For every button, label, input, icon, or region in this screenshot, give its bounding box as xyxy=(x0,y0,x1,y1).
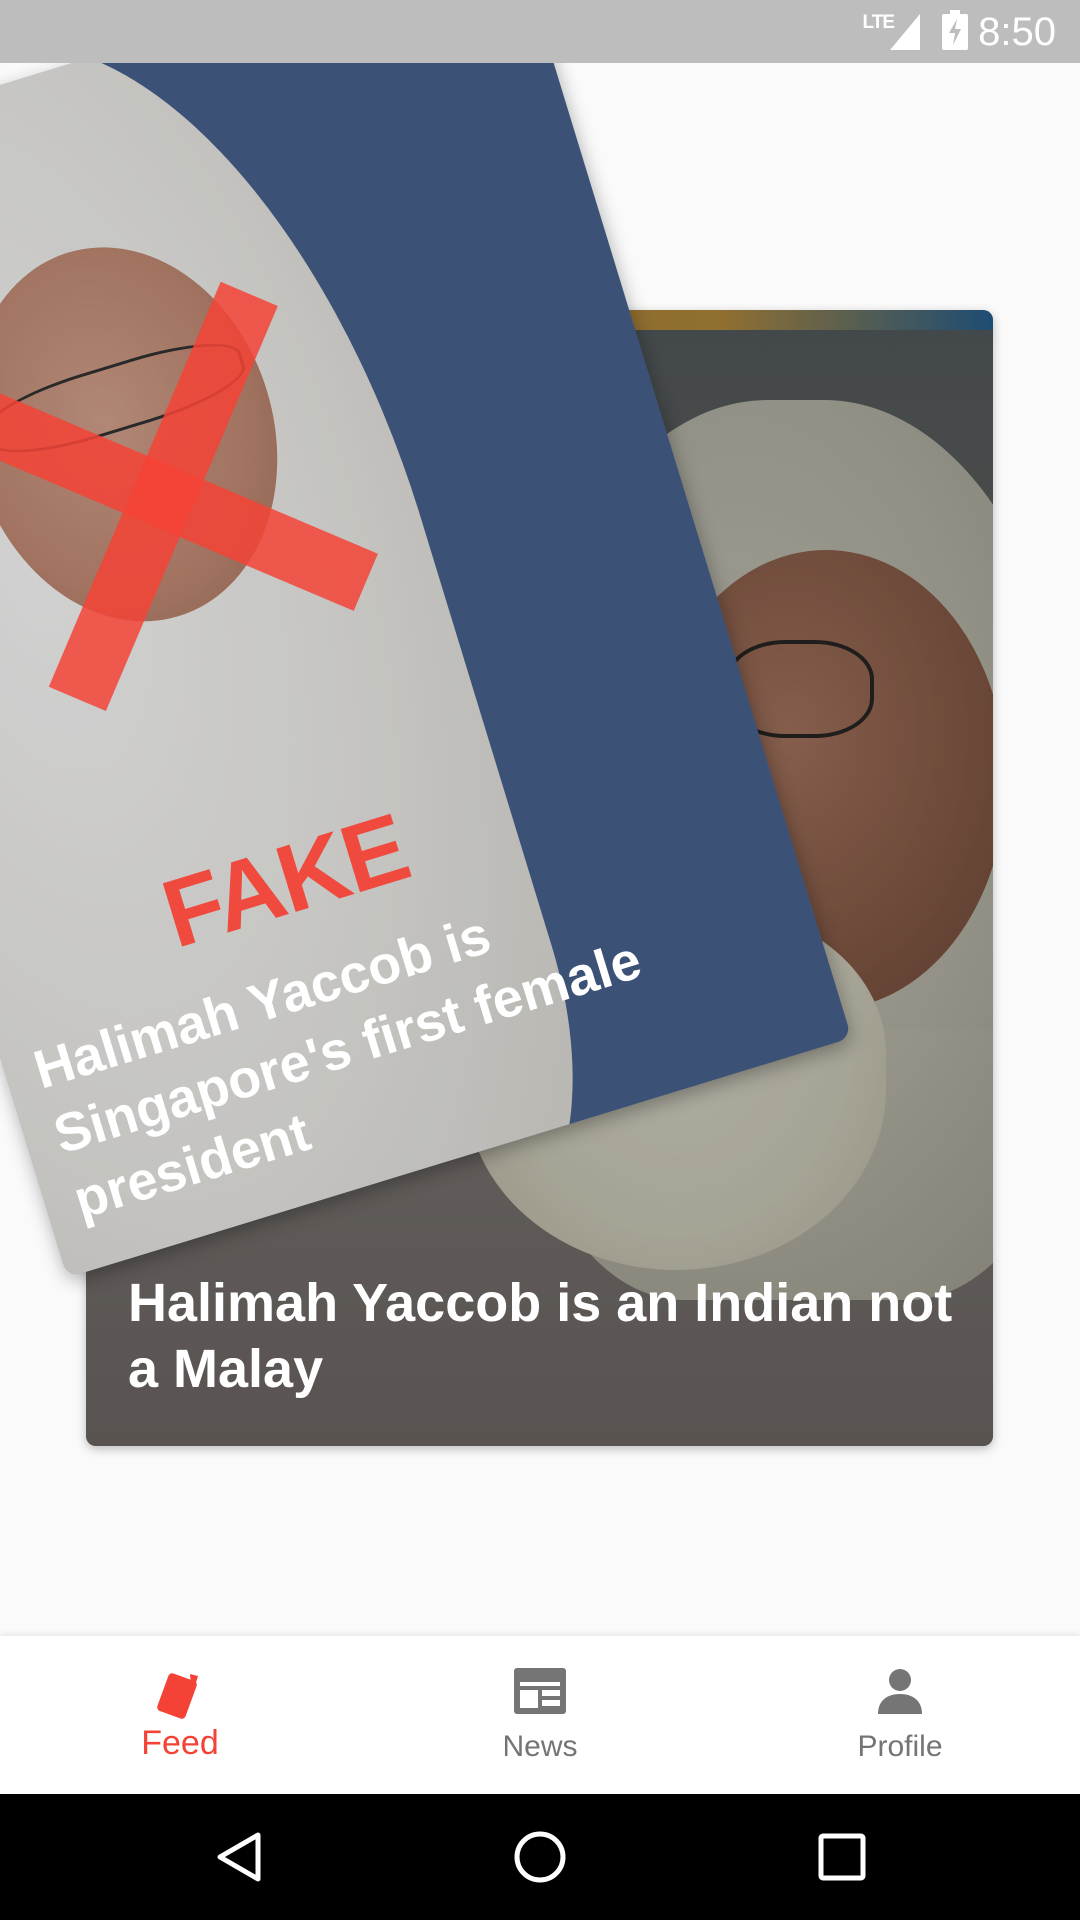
nav-item-feed[interactable]: Feed xyxy=(0,1636,360,1794)
nav-label: News xyxy=(502,1730,578,1763)
nav-item-profile[interactable]: Profile xyxy=(720,1636,1080,1794)
nav-item-news[interactable]: News xyxy=(360,1636,720,1794)
back-icon[interactable] xyxy=(210,1827,270,1887)
signal-icon xyxy=(890,14,920,50)
person-icon xyxy=(878,1669,922,1714)
home-icon[interactable] xyxy=(510,1827,570,1887)
nav-label: Feed xyxy=(141,1724,219,1762)
feed-content: Halimah Yaccob is an Indian not a Malay … xyxy=(0,63,1080,1636)
card-title: Halimah Yaccob is an Indian not a Malay xyxy=(128,1273,953,1399)
status-bar: LTE 8:50 xyxy=(0,0,1080,63)
cards-icon xyxy=(157,1673,198,1719)
system-navigation-bar xyxy=(0,1794,1080,1920)
nav-label: Profile xyxy=(857,1730,943,1763)
clock: 8:50 xyxy=(978,10,1056,54)
newspaper-icon xyxy=(514,1668,566,1714)
recents-icon[interactable] xyxy=(812,1827,872,1887)
battery-charging-icon xyxy=(942,10,968,50)
bottom-navigation: Feed News Profile xyxy=(0,1636,1080,1794)
